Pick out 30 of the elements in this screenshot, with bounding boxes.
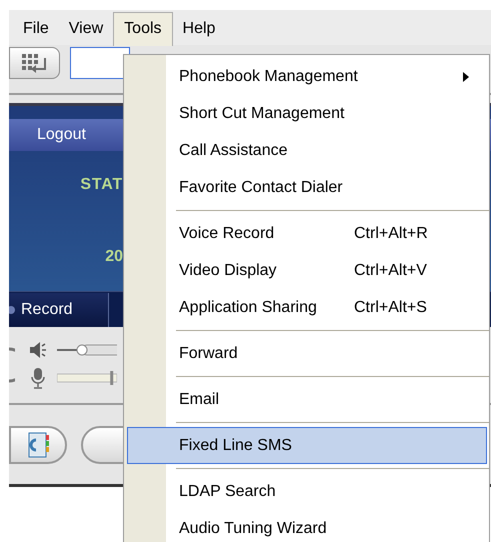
microphone-slider[interactable] (57, 371, 117, 385)
menu-bar-item[interactable]: Tools (113, 12, 173, 46)
speaker-icon (29, 341, 47, 359)
status-text: STAT (80, 175, 123, 195)
menu-item[interactable]: Email (124, 381, 489, 418)
menu-item[interactable]: LDAP Search (124, 473, 489, 510)
slider-thumb[interactable] (110, 371, 114, 385)
menu-bar-item[interactable]: Help (172, 12, 226, 46)
dial-field[interactable] (70, 47, 130, 79)
menu-item[interactable]: Short Cut Management (124, 95, 489, 132)
menu-item[interactable]: Phonebook Management (124, 58, 489, 95)
menu-item[interactable]: Video Display Ctrl+Alt+V (124, 252, 489, 289)
menu-item[interactable]: Application Sharing Ctrl+Alt+S (124, 289, 489, 326)
menu-item[interactable]: Call Assistance (124, 132, 489, 169)
address-book-icon (26, 430, 50, 458)
menu-item[interactable]: Fixed Line SMS (127, 427, 487, 464)
keypad-button[interactable] (9, 47, 60, 79)
record-tab[interactable]: Record (9, 292, 109, 326)
slider-thumb[interactable] (76, 344, 88, 356)
menu-item[interactable]: Audio Tuning Wizard (124, 510, 489, 542)
record-label: Record (21, 300, 73, 320)
menu-item[interactable]: Favorite Contact Dialer (124, 169, 489, 206)
menu-bar-item[interactable]: File (13, 12, 59, 46)
menu-item[interactable]: Voice Record Ctrl+Alt+R (124, 215, 489, 252)
phonebook-button[interactable] (9, 426, 67, 464)
date-text: 20 (105, 247, 123, 267)
logout-label: Logout (37, 125, 86, 145)
menu-bar-item[interactable]: View (58, 12, 114, 46)
microphone-icon (29, 367, 47, 389)
menu-item[interactable]: Forward (124, 335, 489, 372)
